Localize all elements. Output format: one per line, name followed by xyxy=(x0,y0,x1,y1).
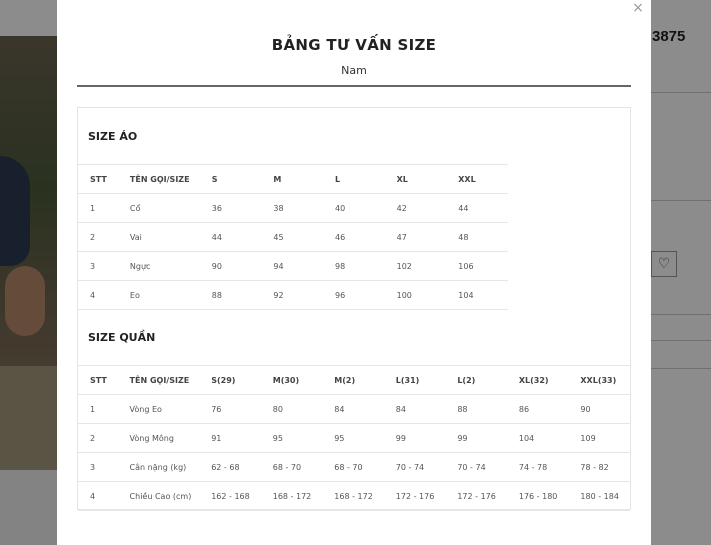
table-header-cell: M(30) xyxy=(260,365,323,395)
table-cell: Eo xyxy=(117,280,200,310)
table-cell: 98 xyxy=(323,251,385,281)
table-cell: 109 xyxy=(568,423,630,453)
table-cell: 96 xyxy=(323,280,385,310)
table-header-cell: L(31) xyxy=(383,365,446,395)
table-cell: 44 xyxy=(446,193,508,223)
table-row: 1 Vòng Eo 76 80 84 84 88 86 90 xyxy=(78,394,630,424)
table-cell: 168 - 172 xyxy=(260,481,323,511)
table-cell: 74 - 78 xyxy=(506,452,569,482)
table-header-row: STT TÊN GỌI/SIZE S M L XL XXL xyxy=(78,164,508,194)
shirt-size-title: SIZE ÁO xyxy=(88,130,138,143)
table-cell: 84 xyxy=(322,394,384,424)
table-cell: 86 xyxy=(506,394,569,424)
table-cell: 1 xyxy=(78,193,118,223)
table-cell: 104 xyxy=(446,280,508,310)
table-header-cell: S xyxy=(199,164,262,194)
table-header-row: STT TÊN GỌI/SIZE S(29) M(30) M(2) L(31) L(2) XL… xyxy=(78,365,630,395)
table-header-cell: STT xyxy=(78,365,118,395)
table-header-cell: XL xyxy=(384,164,447,194)
table-cell: 47 xyxy=(384,222,447,252)
table-header-cell: L(2) xyxy=(445,365,507,395)
table-cell: 176 - 180 xyxy=(506,481,569,511)
table-cell: 2 xyxy=(78,423,118,453)
table-cell: Cổ xyxy=(117,193,200,223)
table-row: 4 Chiều Cao (cm) 162 - 168 168 - 172 168 - 1… xyxy=(78,481,630,511)
table-cell: 162 - 168 xyxy=(199,481,261,511)
table-cell: 84 xyxy=(383,394,446,424)
table-cell: 106 xyxy=(446,251,508,281)
table-cell: 44 xyxy=(199,222,262,252)
shirt-size-table: STT TÊN GỌI/SIZE S M L XL XXL 1 Cổ 36 38 40 42 44 2 Va… xyxy=(78,164,508,310)
table-cell: 45 xyxy=(261,222,323,252)
pants-size-table: STT TÊN GỌI/SIZE S(29) M(30) M(2) L(31) L(2) XL… xyxy=(78,365,630,511)
table-header-cell: S(29) xyxy=(199,365,261,395)
table-cell: 91 xyxy=(199,423,261,453)
table-cell: 36 xyxy=(199,193,262,223)
table-cell: 70 - 74 xyxy=(383,452,446,482)
table-header-cell: XXL(33) xyxy=(568,365,630,395)
table-cell: 95 xyxy=(322,423,384,453)
table-cell: 3 xyxy=(78,452,118,482)
table-cell: Vòng Eo xyxy=(117,394,200,424)
table-cell: 4 xyxy=(78,481,118,511)
table-cell: 92 xyxy=(261,280,323,310)
table-cell: 2 xyxy=(78,222,118,252)
table-cell: 68 - 70 xyxy=(322,452,384,482)
table-cell: Cân nặng (kg) xyxy=(117,452,200,482)
table-cell: 38 xyxy=(261,193,323,223)
table-cell: 102 xyxy=(384,251,447,281)
table-cell: 90 xyxy=(199,251,262,281)
table-row: 1 Cổ 36 38 40 42 44 xyxy=(78,193,508,223)
table-cell: Ngực xyxy=(117,251,200,281)
table-row: 2 Vòng Mông 91 95 95 99 99 104 109 xyxy=(78,423,630,453)
table-cell: 99 xyxy=(383,423,446,453)
table-cell: 172 - 176 xyxy=(383,481,446,511)
table-cell: 3 xyxy=(78,251,118,281)
modal-title: BẢNG TƯ VẤN SIZE xyxy=(271,36,437,54)
table-cell: 172 - 176 xyxy=(445,481,507,511)
table-cell: 88 xyxy=(199,280,262,310)
table-cell: Vòng Mông xyxy=(117,423,200,453)
table-row: 2 Vai 44 45 46 47 48 xyxy=(78,222,508,252)
table-cell: 90 xyxy=(568,394,630,424)
table-header-cell: TÊN GỌI/SIZE xyxy=(117,164,200,194)
table-header-cell: XL(32) xyxy=(506,365,569,395)
table-header-cell: M(2) xyxy=(322,365,384,395)
table-cell: 4 xyxy=(78,280,118,310)
table-header-cell: M xyxy=(261,164,323,194)
table-cell: 180 - 184 xyxy=(568,481,630,511)
table-cell: 78 - 82 xyxy=(568,452,630,482)
table-cell: 76 xyxy=(199,394,261,424)
size-guide-modal: × BẢNG TƯ VẤN SIZE Nam SIZE ÁO STT TÊN GỌ… xyxy=(57,0,651,545)
pants-size-title: SIZE QUẦN xyxy=(88,331,156,344)
table-cell: Chiều Cao (cm) xyxy=(117,481,200,511)
table-cell: 1 xyxy=(78,394,118,424)
size-table-panel: SIZE ÁO STT TÊN GỌI/SIZE S M L XL XXL 1 Cổ 36 38 4… xyxy=(77,107,631,511)
table-cell: Vai xyxy=(117,222,200,252)
table-row: 4 Eo 88 92 96 100 104 xyxy=(78,280,508,310)
table-cell: 62 - 68 xyxy=(199,452,261,482)
table-cell: 99 xyxy=(445,423,507,453)
table-header-cell: L xyxy=(323,164,385,194)
table-cell: 80 xyxy=(260,394,323,424)
tab-nam[interactable]: Nam xyxy=(77,64,631,87)
table-cell: 42 xyxy=(384,193,447,223)
table-cell: 104 xyxy=(506,423,569,453)
table-cell: 88 xyxy=(445,394,507,424)
close-icon[interactable]: × xyxy=(631,1,645,15)
table-cell: 70 - 74 xyxy=(445,452,507,482)
table-cell: 95 xyxy=(260,423,323,453)
table-cell: 100 xyxy=(384,280,447,310)
table-header-cell: XXL xyxy=(446,164,508,194)
table-cell: 168 - 172 xyxy=(322,481,384,511)
table-header-cell: TÊN GỌI/SIZE xyxy=(117,365,200,395)
table-row: 3 Ngực 90 94 98 102 106 xyxy=(78,251,508,281)
table-row: 3 Cân nặng (kg) 62 - 68 68 - 70 68 - 70 70 - … xyxy=(78,452,630,482)
table-cell: 68 - 70 xyxy=(260,452,323,482)
table-cell: 48 xyxy=(446,222,508,252)
table-cell: 46 xyxy=(323,222,385,252)
table-cell: 94 xyxy=(261,251,323,281)
table-header-cell: STT xyxy=(78,164,118,194)
table-cell: 40 xyxy=(323,193,385,223)
